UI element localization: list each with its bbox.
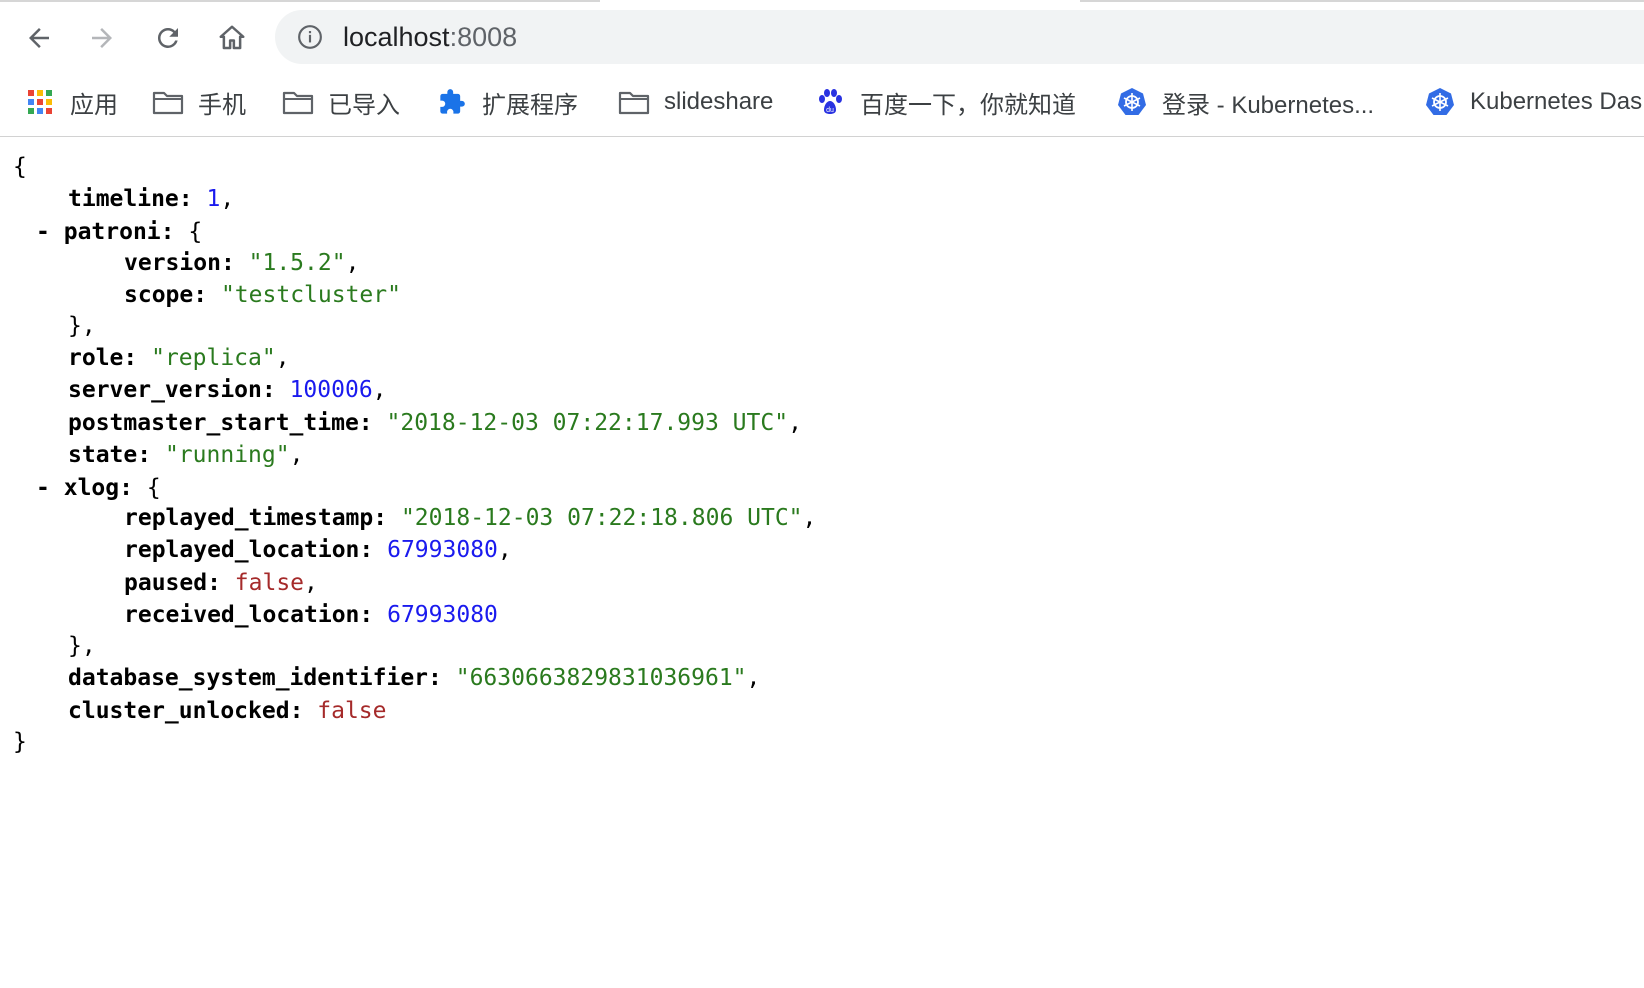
json-key: role	[68, 345, 124, 371]
json-string: "6630663829831036961"	[455, 665, 747, 691]
json-line-role: role: "replica",	[68, 345, 290, 371]
json-key: received_location	[124, 602, 360, 628]
json-number: 67993080	[387, 602, 498, 628]
json-string: "2018-12-03 07:22:17.993 UTC"	[386, 410, 789, 436]
tab-strip-edge	[1080, 0, 1644, 2]
json-line-received-location: received_location: 67993080	[124, 602, 498, 628]
bookmark-kubernetes-login[interactable]: 登录 - Kubernetes...	[1116, 84, 1374, 120]
json-open-brace: {	[13, 151, 27, 183]
json-string: "testcluster"	[220, 282, 401, 308]
kubernetes-icon	[1116, 86, 1148, 118]
apps-grid-icon	[24, 86, 56, 118]
arrow-right-icon	[92, 28, 112, 48]
address-bar[interactable]: localhost:8008	[275, 10, 1644, 64]
url-host: localhost	[343, 22, 450, 52]
back-button[interactable]	[17, 16, 61, 60]
folder-icon	[618, 86, 650, 118]
json-string: "running"	[164, 442, 290, 468]
json-number: 67993080	[387, 537, 498, 563]
bookmark-label: slideshare	[664, 88, 774, 115]
json-line-paused: paused: false,	[124, 570, 318, 596]
json-key: server_version	[68, 377, 262, 403]
folder-icon	[282, 86, 314, 118]
json-key: version	[124, 250, 221, 276]
json-line-database-system-identifier: database_system_identifier: "66306638298…	[68, 665, 761, 691]
json-line-timeline: timeline: 1,	[68, 186, 235, 212]
json-line-replayed-timestamp: replayed_timestamp: "2018-12-03 07:22:18…	[124, 505, 817, 531]
baidu-paw-icon: du	[814, 86, 846, 118]
bookmark-label: Kubernetes Das	[1470, 88, 1643, 115]
home-button[interactable]	[210, 16, 254, 60]
json-line-xlog: - xlog: {	[36, 475, 161, 501]
json-line-state: state: "running",	[68, 442, 304, 468]
bookmark-folder-phone[interactable]: 手机	[152, 84, 246, 120]
json-viewer: { timeline: 1, - patroni: { version: "1.…	[0, 137, 1644, 988]
bookmark-label: 手机	[198, 91, 246, 119]
bookmark-label: 百度一下，你就知道	[860, 91, 1076, 119]
json-key: paused	[124, 570, 208, 596]
bookmark-apps[interactable]: 应用	[24, 84, 118, 120]
puzzle-icon	[436, 86, 468, 118]
json-number: 1	[206, 186, 221, 212]
collapse-toggle[interactable]: -	[36, 475, 50, 501]
json-key: postmaster_start_time	[68, 410, 359, 436]
reload-icon	[157, 27, 178, 48]
forward-button[interactable]	[80, 16, 124, 60]
json-line-server-version: server_version: 100006,	[68, 377, 387, 403]
url-port: :8008	[449, 22, 518, 52]
bookmark-label: 扩展程序	[482, 91, 578, 119]
collapse-toggle[interactable]: -	[36, 219, 50, 245]
tab-strip-edge	[0, 0, 600, 2]
json-close-brace: }	[13, 726, 27, 758]
browser-toolbar: localhost:8008	[0, 0, 1644, 72]
json-key: timeline	[68, 186, 179, 212]
json-string: "2018-12-03 07:22:18.806 UTC"	[400, 505, 803, 531]
json-key: replayed_location	[124, 537, 360, 563]
info-icon[interactable]	[297, 24, 323, 50]
json-key: scope	[124, 282, 194, 308]
svg-text:du: du	[826, 107, 834, 114]
json-line-postmaster-start-time: postmaster_start_time: "2018-12-03 07:22…	[68, 410, 802, 436]
json-line-replayed-location: replayed_location: 67993080,	[124, 537, 512, 563]
bookmark-label: 登录 - Kubernetes...	[1162, 91, 1375, 119]
bookmark-kubernetes-dashboard[interactable]: Kubernetes Das	[1424, 84, 1642, 120]
json-line-patroni: - patroni: {	[36, 219, 203, 245]
json-boolean: false	[234, 570, 305, 596]
json-line-cluster-unlocked: cluster_unlocked: false	[68, 698, 387, 724]
kubernetes-icon	[1424, 86, 1456, 118]
reload-button[interactable]	[146, 16, 190, 60]
json-number: 100006	[289, 377, 373, 403]
bookmark-baidu[interactable]: du 百度一下，你就知道	[814, 84, 1076, 120]
bookmark-label: 已导入	[328, 91, 400, 119]
json-key: cluster_unlocked	[68, 698, 290, 724]
bookmark-folder-slideshare[interactable]: slideshare	[618, 84, 773, 120]
json-key: database_system_identifier	[68, 665, 429, 691]
json-line-version: version: "1.5.2",	[124, 250, 360, 276]
json-line-scope: scope: "testcluster"	[124, 282, 401, 308]
json-key: patroni	[63, 219, 161, 245]
json-boolean: false	[317, 698, 387, 724]
bookmark-label: 应用	[70, 91, 118, 119]
json-string: "replica"	[151, 345, 276, 371]
json-key: replayed_timestamp	[124, 505, 374, 531]
folder-icon	[152, 86, 184, 118]
brace: }	[13, 729, 27, 755]
json-close-xlog: },	[68, 633, 96, 659]
bookmark-extensions[interactable]: 扩展程序	[436, 84, 578, 120]
json-string: "1.5.2"	[248, 250, 346, 276]
json-key: xlog	[63, 475, 120, 501]
bookmarks-bar: 应用 手机 已导入 扩展程序 slideshare du 百度一下，你就知道 登…	[0, 72, 1644, 137]
arrow-left-icon	[29, 28, 49, 48]
brace: {	[13, 154, 27, 180]
bookmark-folder-imported[interactable]: 已导入	[282, 84, 400, 120]
url-text[interactable]: localhost:8008	[343, 23, 517, 51]
home-icon	[219, 25, 245, 50]
json-close-patroni: },	[68, 313, 96, 339]
json-key: state	[68, 442, 138, 468]
